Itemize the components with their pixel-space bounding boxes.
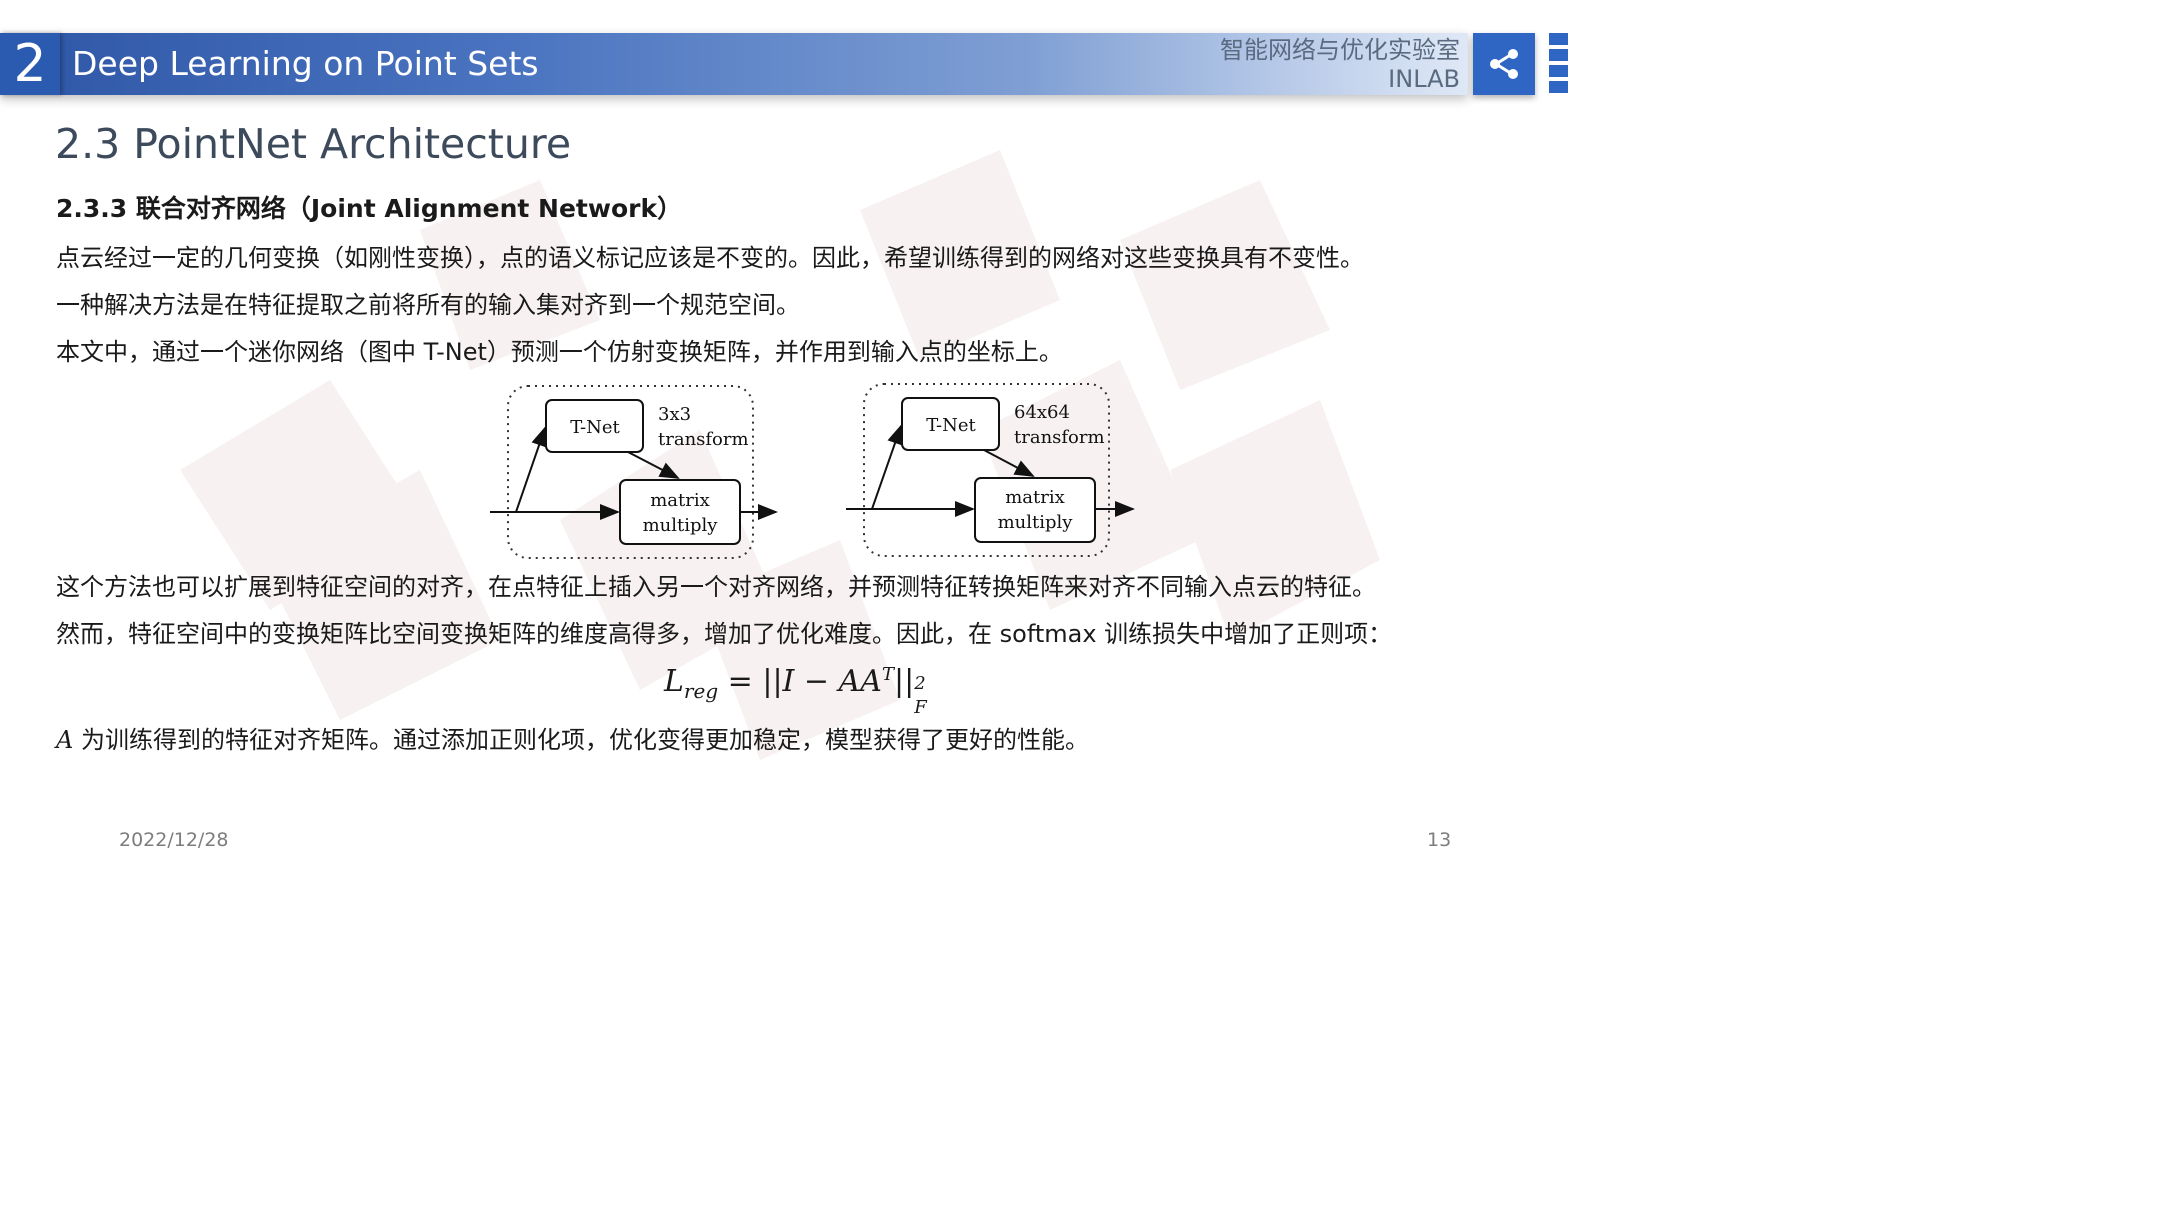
lab-name-en: INLAB [1388,65,1460,93]
paragraph-4: 这个方法也可以扩展到特征空间的对齐，在点特征上插入另一个对齐网络，并预测特征转换… [56,573,1376,601]
symbol-a: A [56,726,74,754]
formula-power: 2 [914,673,926,694]
formula-lhs: L [664,664,684,699]
share-button[interactable] [1473,33,1535,95]
tnet-label-right: T-Net [926,415,976,436]
tnet-diagram: T-Net 3x3 transform matrix multiply T-Ne… [490,383,1135,559]
header-title: Deep Learning on Point Sets [72,44,539,83]
regularization-formula: Lreg = ||I − AAT|| 2 F [664,664,932,718]
paragraph-6: A 为训练得到的特征对齐矩阵。通过添加正则化项，优化变得更加稳定，模型获得了更好… [56,720,1089,755]
matmul-label1-right: matrix [1005,487,1065,508]
tnet-label-left: T-Net [570,417,620,438]
formula-norm-close: || [893,664,915,699]
transform-size-left: 3x3 [658,404,691,425]
lab-name-cn: 智能网络与优化实验室 [1220,36,1460,64]
formula-transpose: T [881,664,894,685]
formula-frobenius: F [914,697,927,718]
section-number-badge: 2 [0,33,60,95]
section-title: 2.3 PointNet Architecture [55,120,572,168]
transform-label-left: transform [658,429,749,450]
footer-date: 2022/12/28 [119,829,229,851]
subsection-title: 2.3.3 联合对齐网络（Joint Alignment Network） [56,194,683,223]
matmul-label2-left: multiply [643,515,719,536]
paragraph-6-text: 为训练得到的特征对齐矩阵。通过添加正则化项，优化变得更加稳定，模型获得了更好的性… [73,726,1089,754]
page-number: 13 [1427,829,1452,851]
lab-name: 智能网络与优化实验室 INLAB [1220,36,1460,94]
formula-lhs-sub: reg [683,679,719,703]
paragraph-1: 点云经过一定的几何变换（如刚性变换），点的语义标记应该是不变的。因此，希望训练得… [56,244,1364,272]
paragraph-3: 本文中，通过一个迷你网络（图中 T-Net）预测一个仿射变换矩阵，并作用到输入点… [56,338,1063,366]
paragraph-5: 然而，特征空间中的变换矩阵比空间变换矩阵的维度高得多，增加了优化难度。因此，在 … [56,620,1393,648]
matmul-label1-left: matrix [650,490,710,511]
share-icon [1490,49,1518,79]
transform-size-right: 64x64 [1014,402,1070,423]
diagram-right: T-Net 64x64 transform matrix multiply [846,383,1135,557]
paragraph-2: 一种解决方法是在特征提取之前将所有的输入集对齐到一个规范空间。 [56,291,800,319]
diagram-left: T-Net 3x3 transform matrix multiply [490,385,778,559]
side-menu-strip[interactable] [1549,33,1568,95]
formula-body: = ||I − AA [718,664,882,699]
transform-label-right: transform [1014,427,1105,448]
matmul-label2-right: multiply [998,512,1074,533]
